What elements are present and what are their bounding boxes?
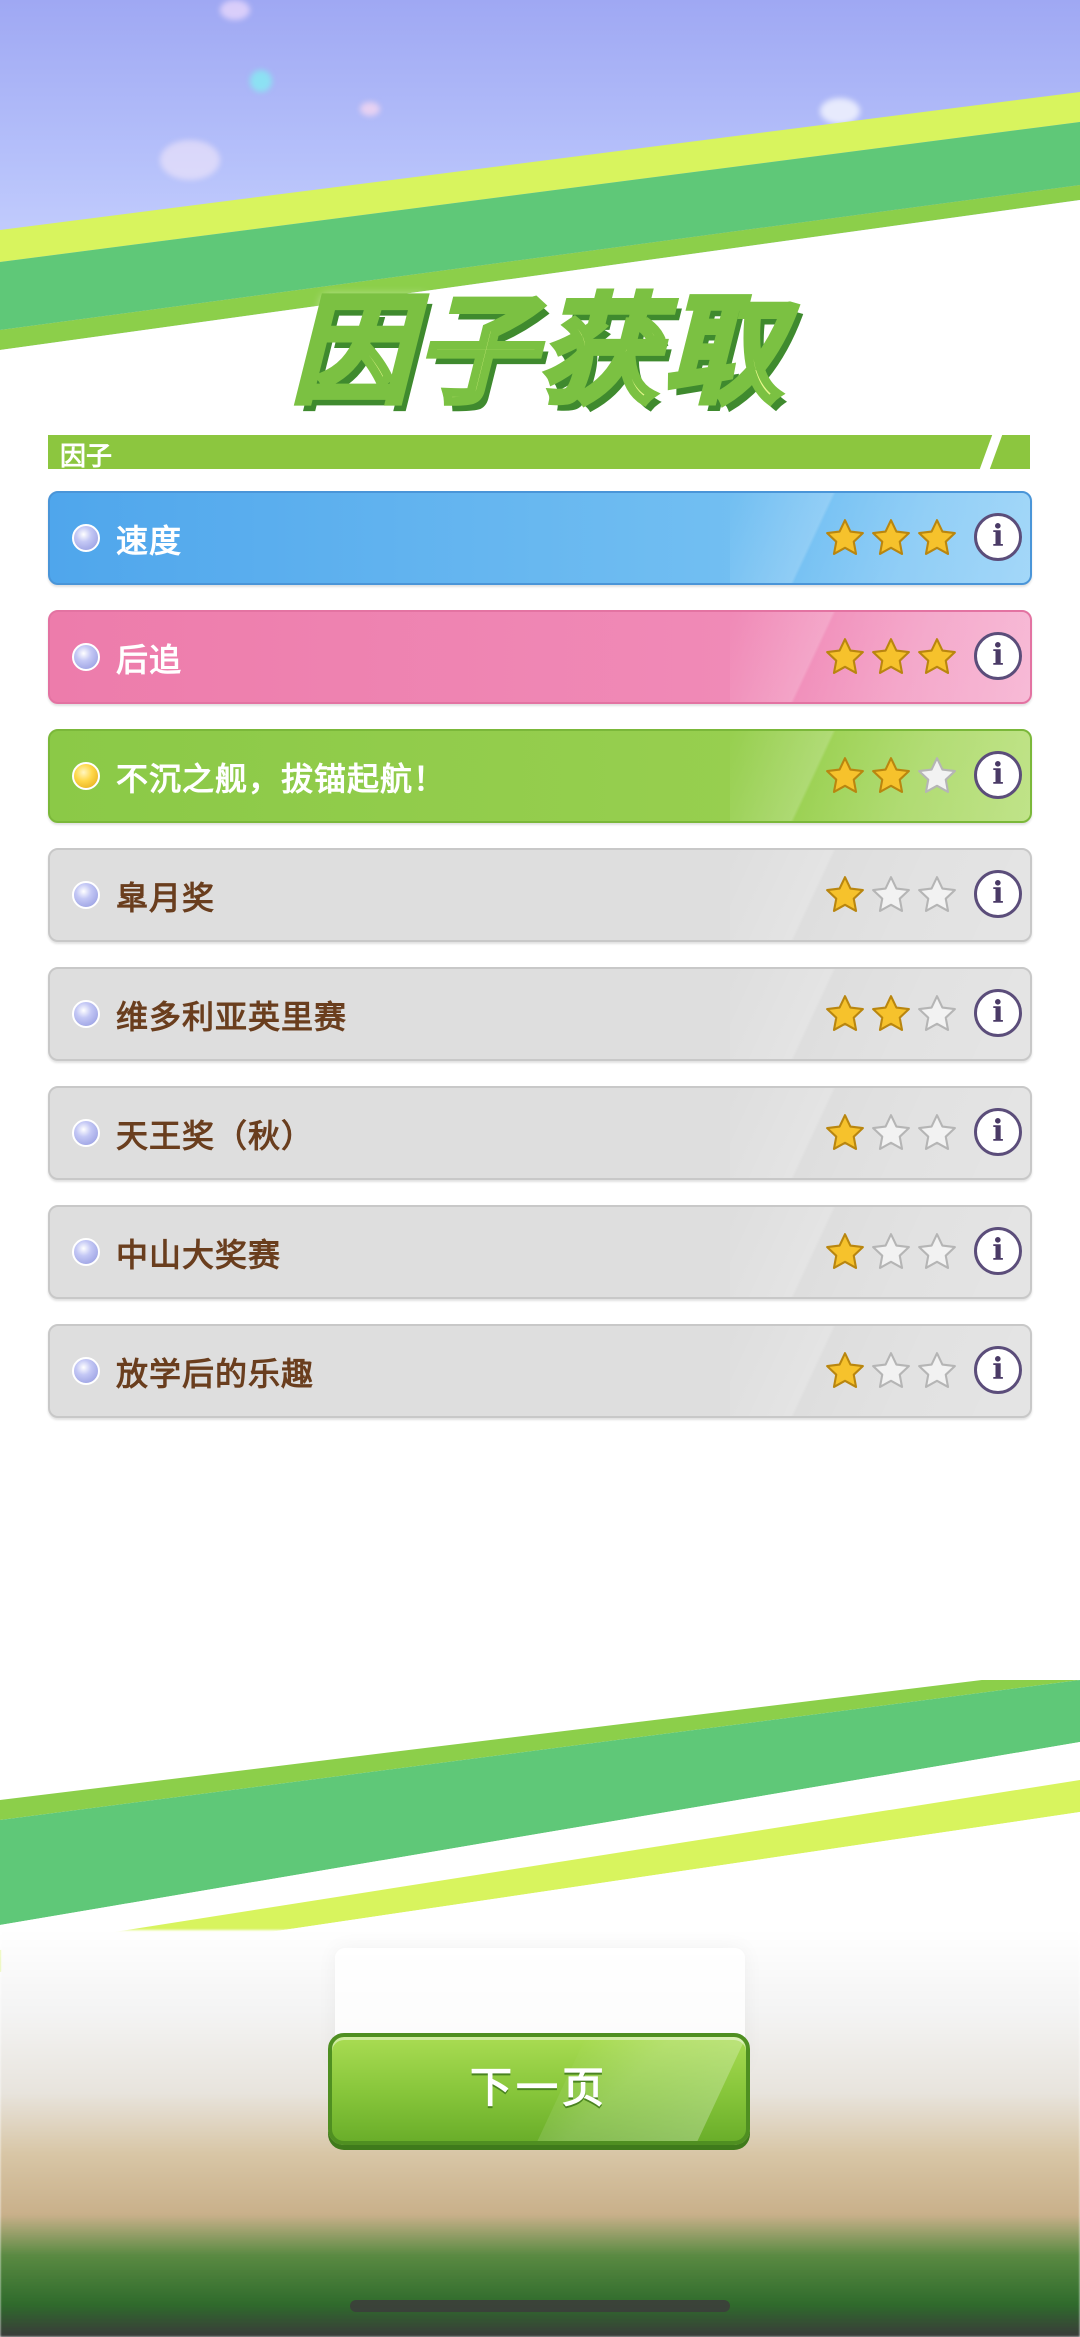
star-rating (824, 1112, 958, 1154)
star-empty-icon (872, 1114, 910, 1150)
factor-list: 速度 i 后追 i 不沉之舰，拔锚起航！ i 皐月奖 i 维多利亚英里赛 i 天王奖（秋） i 中山大奖… (48, 491, 1032, 1443)
page-title: 因子获取 (289, 280, 788, 423)
blue-orb-icon (72, 643, 100, 671)
info-icon[interactable]: i (974, 513, 1022, 561)
factor-row[interactable]: 放学后的乐趣 i (48, 1324, 1032, 1418)
star-filled-icon (918, 638, 956, 674)
star-filled-icon (826, 1233, 864, 1269)
star-filled-icon (872, 995, 910, 1031)
star-filled-icon (826, 1114, 864, 1150)
factor-name: 后追 (116, 641, 183, 679)
blue-orb-icon (72, 1357, 100, 1385)
next-page-button[interactable]: 下一页 (328, 2033, 750, 2145)
star-empty-icon (918, 1114, 956, 1150)
info-icon[interactable]: i (974, 632, 1022, 680)
info-icon[interactable]: i (974, 1346, 1022, 1394)
info-icon[interactable]: i (974, 1108, 1022, 1156)
star-empty-icon (918, 757, 956, 793)
star-rating (824, 874, 958, 916)
factor-row[interactable]: 皐月奖 i (48, 848, 1032, 942)
factor-name: 速度 (116, 522, 183, 560)
star-rating (824, 993, 958, 1035)
star-filled-icon (826, 995, 864, 1031)
star-rating (824, 517, 958, 559)
factor-name: 放学后的乐趣 (116, 1355, 315, 1393)
blue-orb-icon (72, 881, 100, 909)
blue-orb-icon (72, 1119, 100, 1147)
factor-name: 维多利亚英里赛 (116, 998, 348, 1036)
star-filled-icon (872, 519, 910, 555)
star-filled-icon (872, 638, 910, 674)
star-empty-icon (918, 1352, 956, 1388)
factor-name: 皐月奖 (116, 879, 216, 917)
factor-row[interactable]: 不沉之舰，拔锚起航！ i (48, 729, 1032, 823)
star-empty-icon (918, 1233, 956, 1269)
star-filled-icon (872, 757, 910, 793)
section-header: 因子 (48, 435, 1030, 472)
star-rating (824, 755, 958, 797)
star-filled-icon (826, 757, 864, 793)
section-label: 因子 (60, 442, 113, 472)
star-filled-icon (826, 1352, 864, 1388)
star-empty-icon (872, 1352, 910, 1388)
star-empty-icon (918, 995, 956, 1031)
info-icon[interactable]: i (974, 989, 1022, 1037)
star-empty-icon (872, 1233, 910, 1269)
factor-row[interactable]: 后追 i (48, 610, 1032, 704)
home-indicator[interactable] (350, 2300, 730, 2312)
blue-orb-icon (72, 1000, 100, 1028)
star-filled-icon (826, 638, 864, 674)
next-page-label: 下一页 (469, 2063, 608, 2112)
star-filled-icon (826, 876, 864, 912)
factor-row[interactable]: 速度 i (48, 491, 1032, 585)
factor-name: 天王奖（秋） (116, 1117, 315, 1155)
info-icon[interactable]: i (974, 751, 1022, 799)
factor-row[interactable]: 中山大奖赛 i (48, 1205, 1032, 1299)
info-icon[interactable]: i (974, 1227, 1022, 1275)
star-rating (824, 1231, 958, 1273)
star-rating (824, 1350, 958, 1392)
factor-name: 不沉之舰，拔锚起航！ (116, 760, 447, 798)
gold-orb-icon (72, 762, 100, 790)
factor-row[interactable]: 天王奖（秋） i (48, 1086, 1032, 1180)
star-empty-icon (872, 876, 910, 912)
star-empty-icon (918, 876, 956, 912)
star-filled-icon (826, 519, 864, 555)
blue-orb-icon (72, 1238, 100, 1266)
star-rating (824, 636, 958, 678)
factor-name: 中山大奖赛 (116, 1236, 282, 1274)
star-filled-icon (918, 519, 956, 555)
factor-row[interactable]: 维多利亚英里赛 i (48, 967, 1032, 1061)
info-icon[interactable]: i (974, 870, 1022, 918)
blue-orb-icon (72, 524, 100, 552)
